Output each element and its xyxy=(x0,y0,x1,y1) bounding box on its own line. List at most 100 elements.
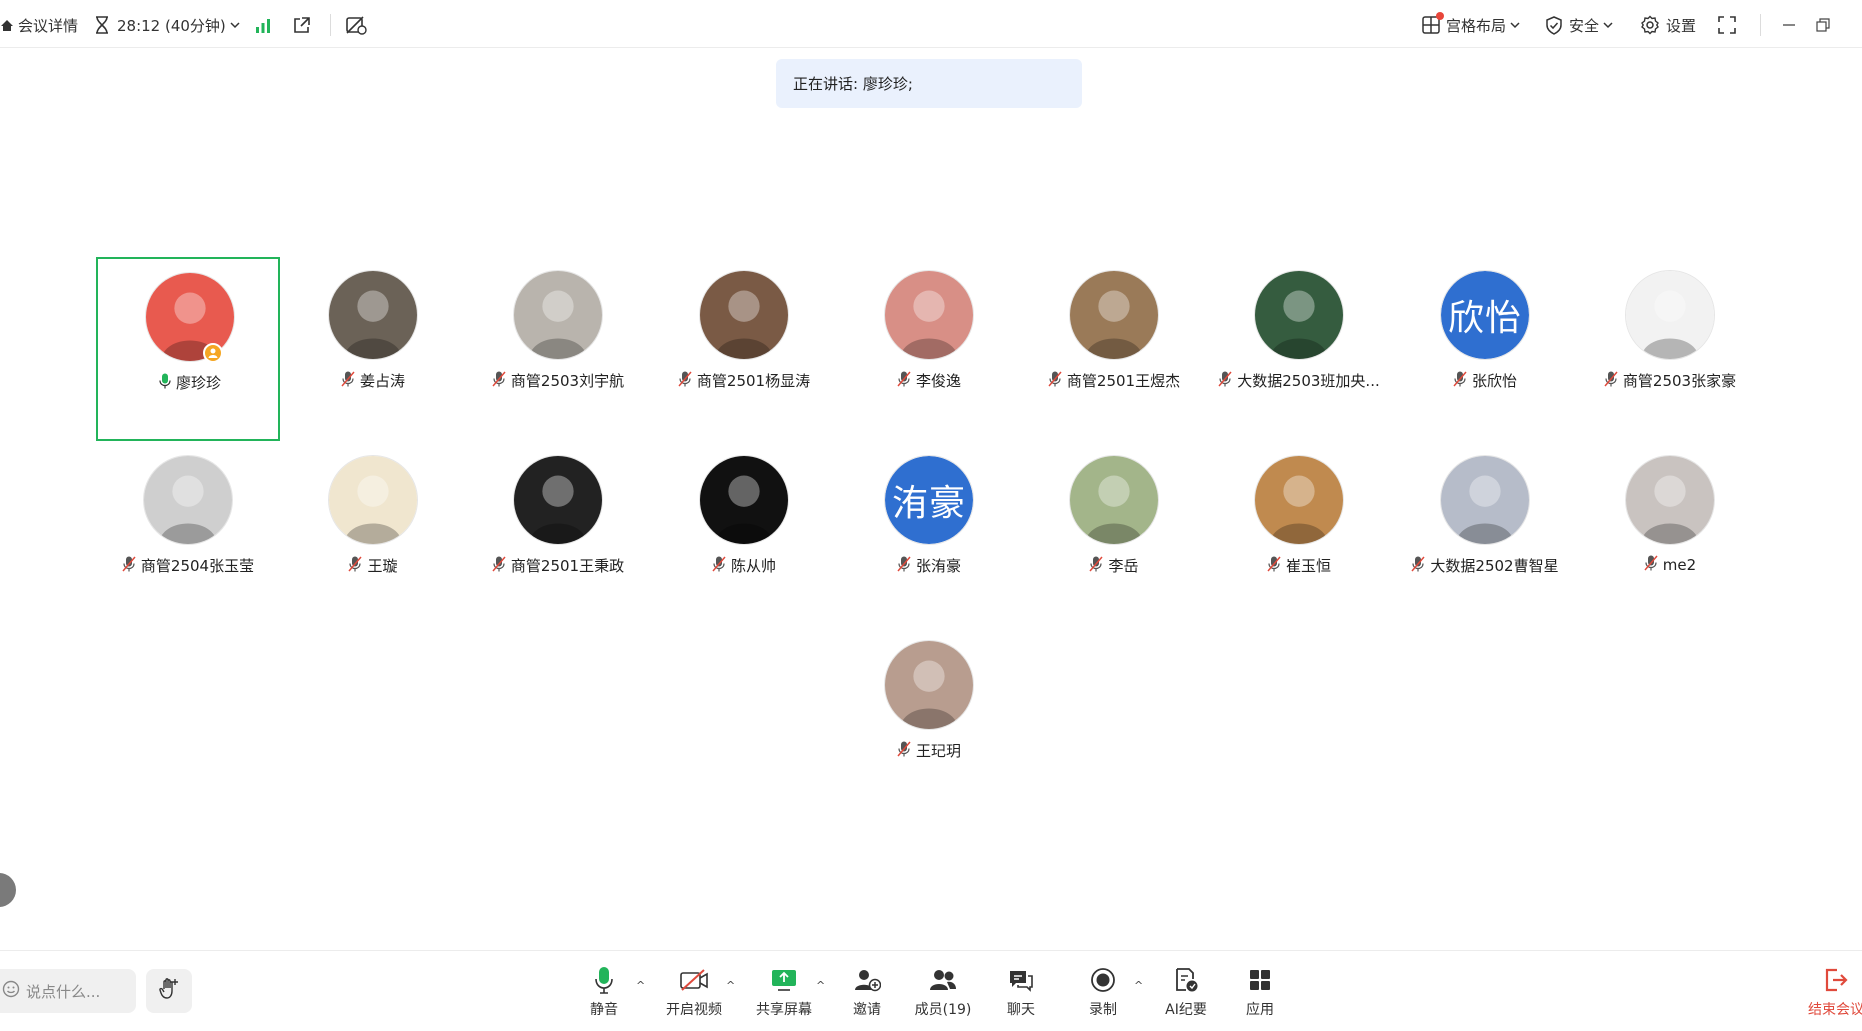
video-button[interactable]: 开启视频 xyxy=(654,965,734,1025)
participant-tile[interactable]: 洧豪 张洧豪 xyxy=(837,442,1021,626)
microphone-muted-icon xyxy=(492,556,506,576)
members-button[interactable]: 成员(19) xyxy=(903,965,983,1025)
microphone-muted-icon xyxy=(678,371,692,391)
side-handle[interactable] xyxy=(0,873,16,907)
divider xyxy=(1760,14,1761,36)
avatar xyxy=(1069,270,1159,360)
video-off-icon xyxy=(679,965,709,995)
timer-label: 28:12 (40分钟) xyxy=(117,16,226,35)
minimize-icon[interactable] xyxy=(1782,14,1796,36)
share-options-chevron-icon[interactable]: ^ xyxy=(816,979,825,992)
end-meeting-button[interactable]: 结束会议 xyxy=(1796,965,1862,1025)
participant-tile[interactable]: 李岳 xyxy=(1022,442,1206,626)
notification-dot xyxy=(1436,12,1444,20)
raise-hand-button[interactable] xyxy=(146,969,192,1013)
avatar xyxy=(1069,455,1159,545)
chat-input[interactable]: 说点什么... xyxy=(0,969,136,1013)
share-screen-label: 共享屏幕 xyxy=(756,1002,812,1018)
participant-name: 廖珍珍 xyxy=(175,374,221,392)
microphone-muted-icon xyxy=(348,556,363,576)
security-dropdown[interactable]: 安全 xyxy=(1545,14,1613,36)
restore-icon[interactable] xyxy=(1816,14,1830,36)
avatar xyxy=(143,455,233,545)
security-label: 安全 xyxy=(1569,16,1600,35)
participant-tile[interactable]: 廖珍珍 xyxy=(96,257,280,441)
avatar: 欣怡 xyxy=(1440,270,1530,360)
chevron-down-icon xyxy=(1510,21,1520,29)
participant-tile[interactable]: 王璇 xyxy=(281,442,465,626)
record-icon xyxy=(1090,965,1116,995)
fullscreen-icon[interactable] xyxy=(1718,14,1736,36)
captions-off-icon[interactable] xyxy=(345,14,367,36)
microphone-muted-icon xyxy=(122,556,136,576)
microphone-muted-icon xyxy=(1644,555,1658,575)
share-screen-button[interactable]: 共享屏幕 xyxy=(744,965,824,1025)
network-signal-icon[interactable] xyxy=(255,14,271,36)
invite-button[interactable]: 邀请 xyxy=(827,965,907,1025)
mute-button[interactable]: 静音 xyxy=(564,965,644,1025)
participant-tile[interactable]: 陈从帅 xyxy=(652,442,836,626)
participant-name: 陈从帅 xyxy=(730,557,776,575)
participant-nameplate: 商管2503刘宇航 xyxy=(466,370,650,391)
avatar xyxy=(513,270,603,360)
apps-button[interactable]: 应用 xyxy=(1220,965,1300,1025)
apps-label: 应用 xyxy=(1246,1002,1274,1018)
participant-tile[interactable]: 商管2503张家豪 xyxy=(1578,257,1762,441)
participant-tile[interactable]: 商管2501王煜杰 xyxy=(1022,257,1206,441)
speaking-banner: 正在讲话: 廖珍珍; xyxy=(776,59,1082,108)
participant-tile[interactable]: 大数据2502曹智星 xyxy=(1393,442,1577,626)
participant-tile[interactable]: 王玘玥 xyxy=(837,627,1021,811)
participant-nameplate: 张洧豪 xyxy=(837,555,1021,576)
participant-tile[interactable]: 李俊逸 xyxy=(837,257,1021,441)
participant-nameplate: 陈从帅 xyxy=(652,555,836,576)
video-label: 开启视频 xyxy=(666,1002,722,1018)
record-button[interactable]: 录制 xyxy=(1063,965,1143,1025)
participant-name: me2 xyxy=(1662,556,1697,574)
record-options-chevron-icon[interactable]: ^ xyxy=(1134,979,1143,992)
chat-label: 聊天 xyxy=(1007,1002,1035,1018)
settings-button[interactable]: 设置 xyxy=(1640,14,1696,36)
emoji-icon xyxy=(2,980,20,1002)
popout-icon[interactable] xyxy=(292,14,311,36)
microphone-muted-icon xyxy=(712,556,726,576)
microphone-muted-icon xyxy=(492,371,506,391)
chat-button[interactable]: 聊天 xyxy=(981,965,1061,1025)
participant-tile[interactable]: 欣怡 张欣怡 xyxy=(1393,257,1577,441)
share-screen-icon xyxy=(770,965,798,995)
timer-dropdown[interactable]: 28:12 (40分钟) xyxy=(95,14,240,36)
mute-options-chevron-icon[interactable]: ^ xyxy=(636,979,645,992)
microphone-muted-icon xyxy=(341,371,355,391)
participant-tile[interactable]: 商管2503刘宇航 xyxy=(466,257,650,441)
participant-tile[interactable]: me2 xyxy=(1578,442,1762,626)
layout-dropdown[interactable]: 宫格布局 xyxy=(1422,12,1520,36)
end-meeting-label: 结束会议 xyxy=(1808,1002,1862,1018)
microphone-muted-icon xyxy=(1218,371,1232,391)
participant-tile[interactable]: 崔玉恒 xyxy=(1207,442,1391,626)
microphone-muted-icon xyxy=(897,741,911,761)
microphone-muted-icon xyxy=(897,556,911,576)
participant-tile[interactable]: 商管2504张玉莹 xyxy=(96,442,280,626)
participant-name: 商管2501杨显涛 xyxy=(696,372,811,390)
video-options-chevron-icon[interactable]: ^ xyxy=(726,979,735,992)
hourglass-icon xyxy=(95,16,109,34)
participant-name: 商管2501王秉政 xyxy=(510,557,625,575)
microphone-muted-icon xyxy=(1089,556,1104,576)
microphone-muted-icon xyxy=(1048,371,1062,391)
ai-summary-button[interactable]: AI纪要 xyxy=(1146,965,1226,1025)
participant-tile[interactable]: 商管2501杨显涛 xyxy=(652,257,836,441)
members-icon xyxy=(928,965,958,995)
participant-tile[interactable]: 姜占涛 xyxy=(281,257,465,441)
participant-name: 商管2504张玉莹 xyxy=(140,557,255,575)
participant-tile[interactable]: 商管2501王秉政 xyxy=(466,442,650,626)
microphone-muted-icon xyxy=(1453,371,1467,391)
participant-tile[interactable]: 大数据2503班加央... xyxy=(1207,257,1391,441)
add-person-icon xyxy=(853,965,881,995)
meeting-details-button[interactable]: 会议详情 xyxy=(0,14,78,36)
participant-nameplate: 商管2501杨显涛 xyxy=(652,370,836,391)
avatar xyxy=(1440,455,1530,545)
avatar xyxy=(328,270,418,360)
participant-nameplate: 廖珍珍 xyxy=(98,372,282,393)
shield-icon xyxy=(1545,15,1563,35)
microphone-icon xyxy=(594,965,614,995)
participant-name: 李俊逸 xyxy=(915,372,961,390)
